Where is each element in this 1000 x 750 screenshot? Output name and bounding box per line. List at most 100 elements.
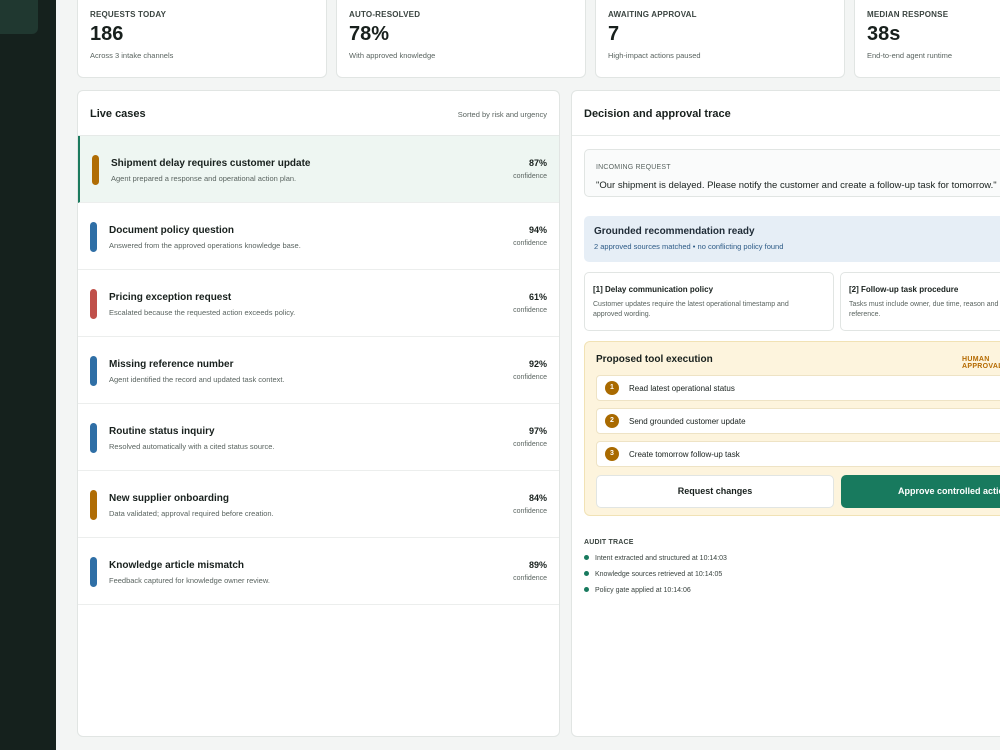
stat-card-auto-resolved: AUTO-RESOLVED 78% With approved knowledg… xyxy=(336,0,586,78)
source-desc: Tasks must include owner, due time, reas… xyxy=(849,301,999,318)
panel-title: Decision and approval trace xyxy=(584,108,731,120)
tool-step: 2 Send grounded customer update xyxy=(596,408,1000,434)
stat-sub: Across 3 intake channels xyxy=(90,51,174,60)
audit-item: Intent extracted and structured at 10:14… xyxy=(584,554,727,562)
tool-step: 3 Create tomorrow follow-up task xyxy=(596,441,1000,467)
case-row[interactable]: Shipment delay requires customer update A… xyxy=(78,136,559,203)
confidence-value: 94% xyxy=(528,225,547,235)
case-row[interactable]: Document policy question Answered from th… xyxy=(78,203,559,270)
case-description: Feedback captured for knowledge owner re… xyxy=(109,576,270,585)
risk-indicator xyxy=(90,557,97,587)
proposed-tool-execution: Proposed tool execution HUMAN APPROVAL 1… xyxy=(584,341,1000,516)
source-title: [1] Delay communication policy xyxy=(593,285,714,294)
case-description: Data validated; approval required before… xyxy=(109,509,274,518)
grounded-title: Grounded recommendation ready xyxy=(594,226,755,237)
decision-trace-panel: Decision and approval trace INCOMING REQ… xyxy=(571,90,1000,737)
panel-title: Live cases xyxy=(90,108,146,120)
source-title: [2] Follow-up task procedure xyxy=(849,285,959,294)
risk-indicator xyxy=(90,490,97,520)
stat-value: 7 xyxy=(608,23,620,45)
audit-dot xyxy=(584,570,589,576)
source-card[interactable]: [1] Delay communication policy Customer … xyxy=(584,272,834,331)
stat-card-awaiting-approval: AWAITING APPROVAL 7 High-impact actions … xyxy=(595,0,845,78)
sort-label: Sorted by risk and urgency xyxy=(457,110,547,119)
approve-action-button[interactable]: Approve controlled action xyxy=(841,475,1000,508)
audit-text: Intent extracted and structured at 10:14… xyxy=(595,555,727,562)
source-card[interactable]: [2] Follow-up task procedure Tasks must … xyxy=(840,272,1000,331)
risk-indicator xyxy=(90,289,97,319)
case-row[interactable]: New supplier onboarding Data validated; a… xyxy=(78,471,559,538)
confidence-label: confidence xyxy=(513,575,547,582)
live-cases-header: Live cases Sorted by risk and urgency xyxy=(78,91,559,136)
case-title: Knowledge article mismatch xyxy=(109,560,245,571)
stat-value: 78% xyxy=(349,23,390,45)
stat-label: MEDIAN RESPONSE xyxy=(867,10,949,19)
audit-dot xyxy=(584,554,589,560)
stat-card-median-response: MEDIAN RESPONSE 38s End-to-end agent run… xyxy=(854,0,1000,78)
audit-trace-label: AUDIT TRACE xyxy=(584,539,634,546)
audit-text: Policy gate applied at 10:14:06 xyxy=(595,587,691,594)
step-number: 1 xyxy=(605,381,619,395)
stat-sub: With approved knowledge xyxy=(349,51,436,60)
case-description: Escalated because the requested action e… xyxy=(109,308,296,317)
tool-step: 1 Read latest operational status xyxy=(596,375,1000,401)
stat-sub: End-to-end agent runtime xyxy=(867,51,953,60)
case-title: Missing reference number xyxy=(109,359,234,370)
stat-label: REQUESTS TODAY xyxy=(90,10,167,19)
proposed-title: Proposed tool execution xyxy=(596,354,713,365)
case-title: Pricing exception request xyxy=(109,292,232,303)
case-title: Document policy question xyxy=(109,225,235,236)
confidence-value: 84% xyxy=(528,493,547,503)
confidence-label: confidence xyxy=(513,307,547,314)
step-label: Create tomorrow follow-up task xyxy=(629,450,740,459)
risk-indicator xyxy=(90,423,97,453)
audit-item: Knowledge sources retrieved at 10:14:05 xyxy=(584,570,723,578)
sidebar-active-item[interactable] xyxy=(0,0,38,34)
confidence-value: 89% xyxy=(528,560,547,570)
human-approval-badge: HUMAN APPROVAL xyxy=(962,356,1000,370)
incoming-request-card: INCOMING REQUEST "Our shipment is delaye… xyxy=(584,149,1000,197)
confidence-value: 61% xyxy=(528,292,547,302)
sidebar xyxy=(0,0,56,750)
request-changes-button[interactable]: Request changes xyxy=(596,475,834,508)
confidence-label: confidence xyxy=(513,374,547,381)
stat-value: 38s xyxy=(867,23,901,45)
audit-text: Knowledge sources retrieved at 10:14:05 xyxy=(595,571,723,578)
grounded-recommendation-banner: Grounded recommendation ready 2 approved… xyxy=(584,216,1000,262)
case-description: Answered from the approved operations kn… xyxy=(109,241,301,250)
confidence-value: 97% xyxy=(528,426,547,436)
confidence-value: 92% xyxy=(528,359,547,369)
case-row[interactable]: Routine status inquiry Resolved automatic… xyxy=(78,404,559,471)
incoming-request-text: "Our shipment is delayed. Please notify … xyxy=(596,180,997,191)
confidence-label: confidence xyxy=(513,173,547,180)
source-desc: Customer updates require the latest oper… xyxy=(593,301,789,318)
stat-label: AWAITING APPROVAL xyxy=(608,10,697,19)
case-title: Routine status inquiry xyxy=(109,426,215,437)
case-row[interactable]: Pricing exception request Escalated becau… xyxy=(78,270,559,337)
audit-item: Policy gate applied at 10:14:06 xyxy=(584,586,691,594)
case-row[interactable]: Knowledge article mismatch Feedback captu… xyxy=(78,538,559,605)
trace-header: Decision and approval trace xyxy=(572,91,1000,136)
confidence-label: confidence xyxy=(513,508,547,515)
step-label: Send grounded customer update xyxy=(629,417,746,426)
case-title: Shipment delay requires customer update xyxy=(111,158,311,169)
case-row[interactable]: Missing reference number Agent identified… xyxy=(78,337,559,404)
audit-dot xyxy=(584,586,589,592)
step-number: 3 xyxy=(605,447,619,461)
case-list: Shipment delay requires customer update A… xyxy=(78,136,559,605)
risk-indicator xyxy=(92,155,99,185)
risk-indicator xyxy=(90,356,97,386)
grounded-subtitle: 2 approved sources matched • no conflict… xyxy=(594,242,784,251)
case-description: Resolved automatically with a cited stat… xyxy=(109,442,275,451)
stat-value: 186 xyxy=(90,23,124,45)
incoming-request-label: INCOMING REQUEST xyxy=(596,164,671,171)
stat-card-requests: REQUESTS TODAY 186 Across 3 intake chann… xyxy=(77,0,327,78)
confidence-label: confidence xyxy=(513,240,547,247)
step-number: 2 xyxy=(605,414,619,428)
stat-sub: High-impact actions paused xyxy=(608,51,701,60)
confidence-label: confidence xyxy=(513,441,547,448)
live-cases-panel: Live cases Sorted by risk and urgency Sh… xyxy=(77,90,560,737)
case-description: Agent prepared a response and operationa… xyxy=(111,174,297,183)
risk-indicator xyxy=(90,222,97,252)
case-title: New supplier onboarding xyxy=(109,493,230,504)
